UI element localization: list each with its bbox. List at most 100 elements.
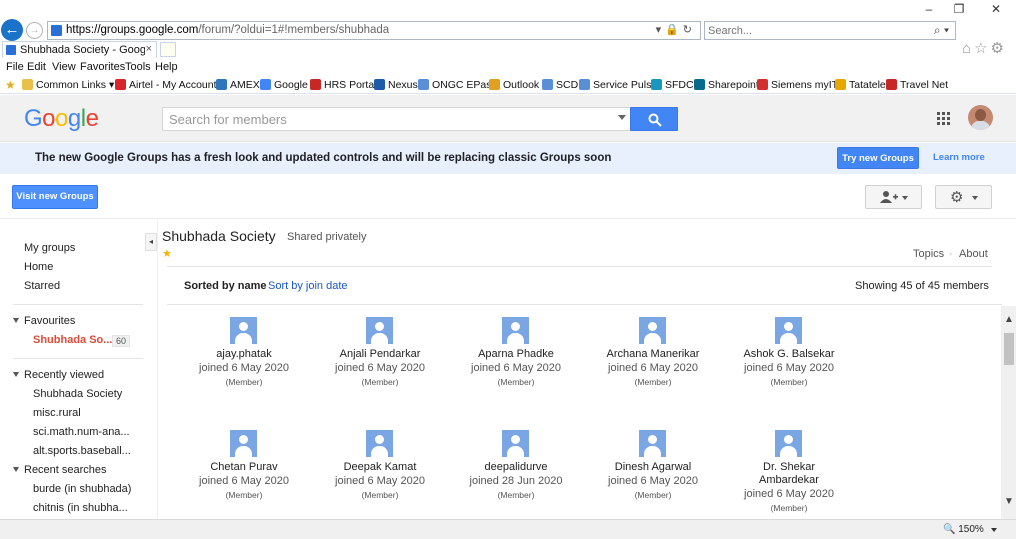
menu-tools[interactable]: Tools: [125, 61, 151, 73]
favorites-star-icon[interactable]: ★: [5, 78, 16, 92]
scroll-up-icon[interactable]: ▲: [1004, 314, 1014, 325]
google-logo[interactable]: Google: [24, 105, 99, 133]
about-link[interactable]: About: [959, 248, 988, 260]
group-title: Shubhada Society: [162, 228, 276, 244]
member-card[interactable]: ajay.phatak joined 6 May 2020 (Member): [176, 306, 312, 416]
fav-travel-net[interactable]: Travel Net: [886, 79, 948, 91]
menu-favorites[interactable]: Favorites: [80, 61, 125, 73]
fav-airtel[interactable]: Airtel - My Account: [115, 79, 217, 91]
fav-common-links[interactable]: Common Links ▾: [22, 79, 114, 91]
member-name[interactable]: Deepak Kamat: [312, 461, 448, 474]
member-card[interactable]: Archana Manerikar joined 6 May 2020 (Mem…: [585, 306, 721, 416]
member-name[interactable]: Dr. Shekar Ambardekar: [744, 461, 834, 487]
nav-favourites-toggle[interactable]: Favourites: [13, 315, 75, 327]
member-card[interactable]: deepalidurve joined 28 Jun 2020 (Member): [448, 419, 584, 519]
nav-starred[interactable]: Starred: [24, 280, 60, 292]
member-search-button[interactable]: [630, 107, 678, 131]
member-name[interactable]: deepalidurve: [448, 461, 584, 474]
favourite-star-icon[interactable]: ★: [162, 247, 172, 260]
page-scrollbar[interactable]: ▲ ▼: [1001, 306, 1016, 519]
fav-amex[interactable]: AMEX: [216, 79, 260, 91]
member-card[interactable]: Anjali Pendarkar joined 6 May 2020 (Memb…: [312, 306, 448, 416]
nav-recent-item[interactable]: misc.rural: [33, 407, 81, 419]
member-name[interactable]: Anjali Pendarkar: [312, 348, 448, 361]
address-bar[interactable]: https://groups.google.com/forum/?oldui=1…: [47, 21, 701, 40]
member-name[interactable]: ajay.phatak: [176, 348, 312, 361]
forward-arrow-icon[interactable]: →: [26, 22, 43, 39]
member-joined: joined 6 May 2020: [335, 475, 425, 487]
url-text[interactable]: https://groups.google.com/forum/?oldui=1…: [66, 24, 389, 36]
nav-recent-item[interactable]: alt.sports.baseball...: [33, 445, 131, 457]
member-card[interactable]: Dr. Shekar Ambardekar joined 6 May 2020 …: [721, 419, 857, 519]
visit-new-groups-button[interactable]: Visit new Groups: [12, 185, 98, 209]
member-card[interactable]: Deepak Kamat joined 6 May 2020 (Member): [312, 419, 448, 519]
scroll-down-icon[interactable]: ▼: [1004, 496, 1014, 507]
menu-view[interactable]: View: [52, 61, 76, 73]
browser-search-input[interactable]: [708, 23, 918, 38]
member-card[interactable]: Dinesh Agarwal joined 6 May 2020 (Member…: [585, 419, 721, 519]
member-name[interactable]: Ashok G. Balsekar: [721, 348, 857, 361]
topics-link[interactable]: Topics: [913, 248, 944, 260]
fav-google[interactable]: Google: [260, 79, 308, 91]
fav-siemens-myit[interactable]: Siemens myIT: [757, 79, 838, 91]
close-window-icon[interactable]: ✕: [986, 2, 1006, 16]
settings-button[interactable]: ⚙: [935, 185, 992, 209]
menu-help[interactable]: Help: [155, 61, 178, 73]
nav-recent-item[interactable]: Shubhada Society: [33, 388, 122, 400]
fav-nexus[interactable]: Nexus: [374, 79, 418, 91]
nav-home[interactable]: Home: [24, 261, 53, 273]
back-arrow-icon[interactable]: ←: [1, 19, 23, 41]
scroll-thumb[interactable]: [1004, 333, 1014, 365]
fav-ongc-epass[interactable]: ONGC EPass: [418, 79, 497, 91]
nav-favourite-group[interactable]: Shubhada So...: [33, 334, 112, 346]
restore-icon[interactable]: ❐: [949, 2, 969, 16]
zoom-dropdown-icon[interactable]: [991, 528, 997, 532]
fav-sharepoint[interactable]: Sharepoint: [694, 79, 759, 91]
menu-edit[interactable]: Edit: [27, 61, 46, 73]
account-avatar[interactable]: [968, 105, 993, 130]
nav-recent-searches-toggle[interactable]: Recent searches: [13, 464, 107, 476]
member-name[interactable]: Aparna Phadke: [448, 348, 584, 361]
add-member-icon: [880, 191, 898, 203]
search-icon[interactable]: ⌕ ▾: [934, 23, 949, 38]
fav-outlook[interactable]: Outlook: [489, 79, 539, 91]
collapse-nav-chevron-icon[interactable]: ◂: [145, 233, 157, 251]
member-name[interactable]: Archana Manerikar: [585, 348, 721, 361]
member-count-text: Showing 45 of 45 members: [855, 280, 989, 292]
browser-tab[interactable]: Shubhada Society - Google ... ×: [2, 41, 157, 58]
nav-recently-viewed-toggle[interactable]: Recently viewed: [13, 369, 104, 381]
fav-sfdc[interactable]: SFDC: [651, 79, 694, 91]
fav-hrs-portal[interactable]: HRS Portal: [310, 79, 377, 91]
learn-more-link[interactable]: Learn more: [933, 152, 985, 163]
fav-scd[interactable]: SCD: [542, 79, 578, 91]
member-role: (Member): [770, 503, 808, 513]
zoom-level[interactable]: 🔍 150%: [943, 524, 984, 535]
sort-by-join-date-link[interactable]: Sort by join date: [268, 280, 348, 292]
nav-recent-item[interactable]: sci.math.num-ana...: [33, 426, 130, 438]
address-bar-icons[interactable]: ▾🔒↻: [656, 23, 696, 36]
nav-recent-search-item[interactable]: burde (in shubhada): [33, 483, 131, 495]
member-name[interactable]: Dinesh Agarwal: [585, 461, 721, 474]
member-search-input[interactable]: [169, 111, 609, 127]
nav-recent-search-item[interactable]: chitnis (in shubha...: [33, 502, 128, 514]
nav-my-groups[interactable]: My groups: [24, 242, 75, 254]
member-card[interactable]: Aparna Phadke joined 6 May 2020 (Member): [448, 306, 584, 416]
menu-file[interactable]: File: [6, 61, 24, 73]
try-new-groups-button[interactable]: Try new Groups: [837, 147, 919, 169]
apps-grid-icon[interactable]: [937, 112, 951, 126]
member-role: (Member): [225, 490, 263, 500]
tab-close-icon[interactable]: ×: [146, 43, 152, 55]
search-options-caret-icon[interactable]: [618, 115, 626, 120]
member-name[interactable]: Chetan Purav: [176, 461, 312, 474]
minimize-icon[interactable]: –: [919, 2, 939, 16]
member-search-box[interactable]: [162, 107, 631, 131]
favorite-site-icon: [418, 79, 429, 90]
fav-service-pulse[interactable]: Service Pulse: [579, 79, 657, 91]
member-card[interactable]: Chetan Purav joined 6 May 2020 (Member): [176, 419, 312, 519]
new-tab-button[interactable]: [160, 42, 176, 57]
group-visibility: Shared privately: [287, 231, 367, 243]
member-actions-button[interactable]: [865, 185, 922, 209]
member-card[interactable]: Ashok G. Balsekar joined 6 May 2020 (Mem…: [721, 306, 857, 416]
fav-tatatele[interactable]: Tatatele: [835, 79, 886, 91]
browser-search-box[interactable]: ⌕ ▾: [704, 21, 956, 40]
